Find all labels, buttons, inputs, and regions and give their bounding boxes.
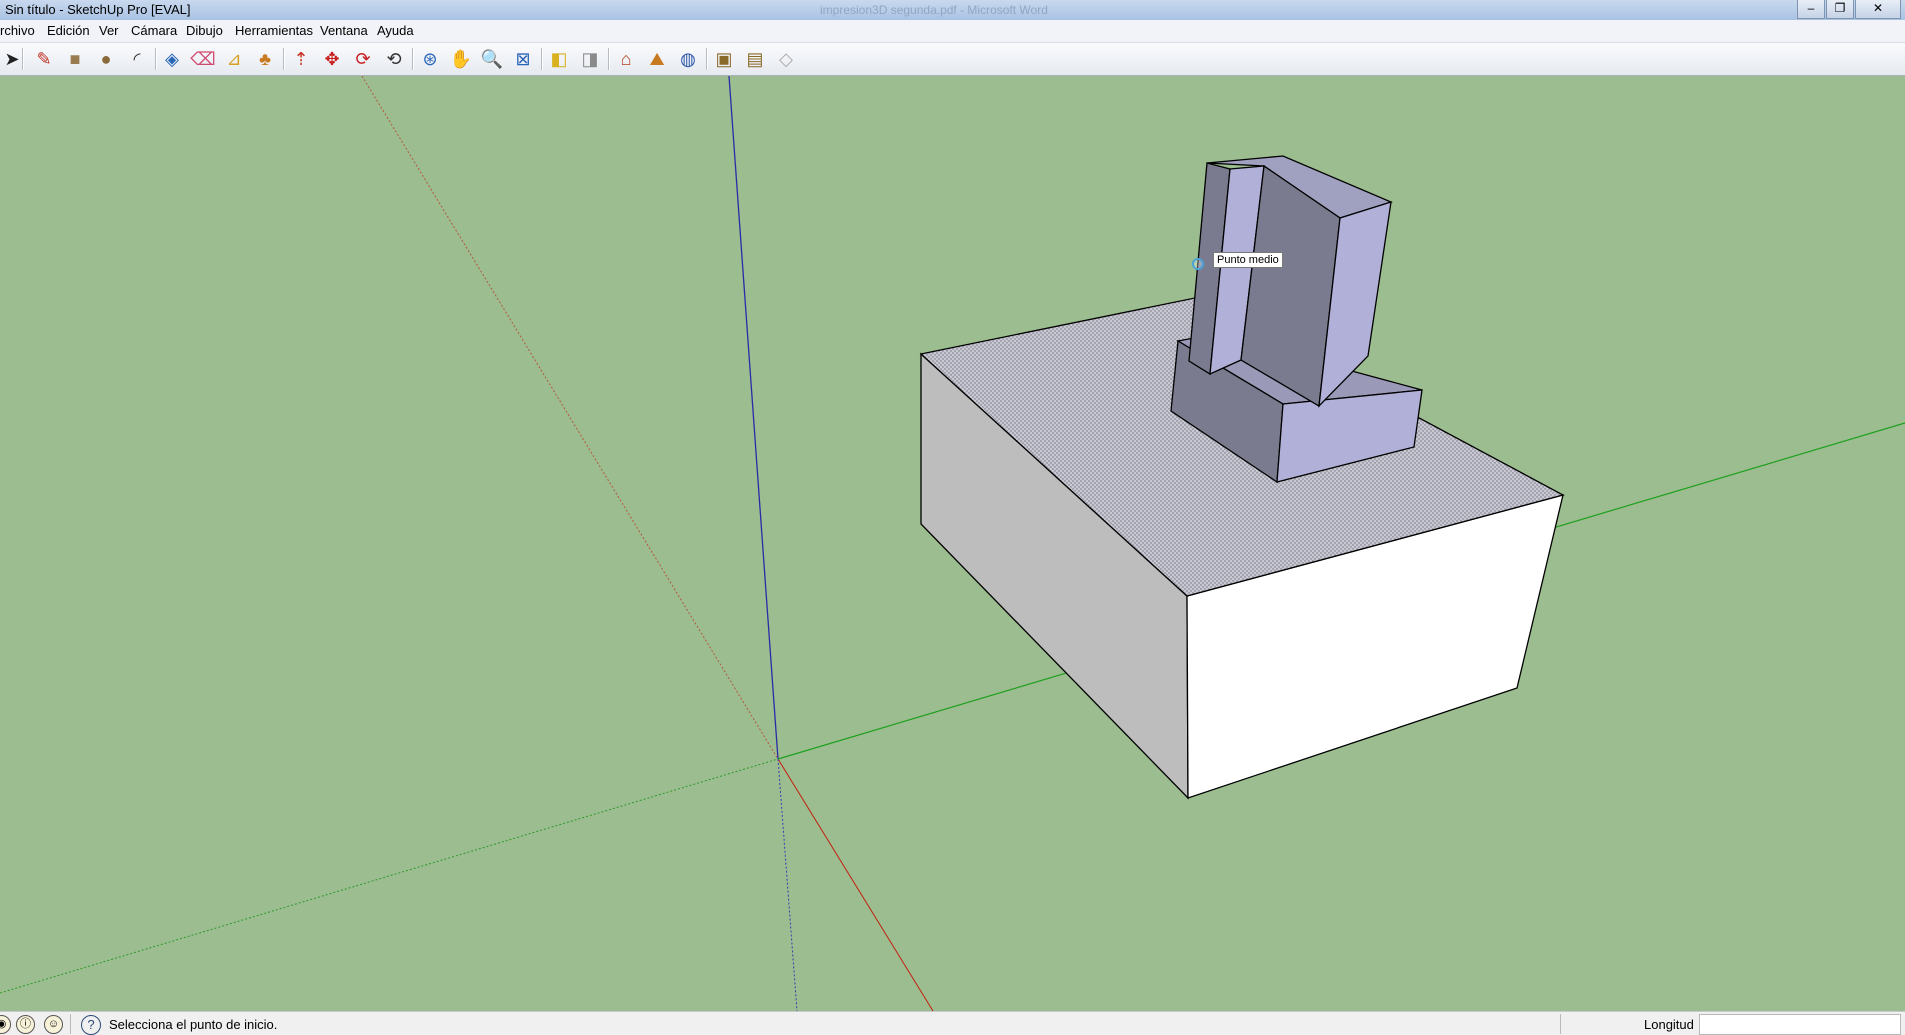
help-icon[interactable]: ? bbox=[81, 1015, 101, 1035]
toolbar-separator bbox=[22, 48, 24, 70]
get-models-icon: ▣ bbox=[715, 49, 733, 69]
arc-icon: ◜ bbox=[133, 49, 141, 69]
title-bar: Sin título - SketchUp Pro [EVAL] impresi… bbox=[0, 0, 1905, 20]
share-model-icon: ▤ bbox=[746, 49, 764, 69]
pencil-icon: ✎ bbox=[36, 49, 52, 69]
terrain-icon: ⛰ bbox=[649, 49, 665, 69]
menu-ver[interactable]: Ver bbox=[99, 23, 119, 38]
move-icon: ✥ bbox=[324, 49, 340, 69]
offset-tool[interactable]: ⟲ bbox=[382, 47, 406, 71]
user-icon[interactable]: ☺ bbox=[44, 1015, 63, 1034]
add-location-tool[interactable]: ⌂ bbox=[614, 47, 638, 71]
toolbar-separator bbox=[541, 48, 543, 70]
toolbar-separator bbox=[412, 48, 414, 70]
status-bar: ◉ ⓘ ☺ ? Selecciona el punto de inicio. L… bbox=[0, 1011, 1905, 1035]
hand-icon: ✋ bbox=[449, 49, 473, 69]
orbit-icon: ⊛ bbox=[422, 49, 438, 69]
push-pull-tool[interactable]: ⇡ bbox=[289, 47, 313, 71]
extensions-icon: ◇ bbox=[779, 49, 793, 69]
location-icon: ⌂ bbox=[620, 49, 632, 69]
measurements-label: Longitud bbox=[1644, 1017, 1694, 1032]
menu-herramientas[interactable]: Herramientas bbox=[235, 23, 313, 38]
3d-warehouse-tool[interactable]: ◍ bbox=[676, 47, 700, 71]
blue-axis-solid bbox=[728, 76, 779, 760]
share-model-tool[interactable]: ▤ bbox=[743, 47, 767, 71]
menu-ventana[interactable]: Ventana bbox=[320, 23, 368, 38]
line-tool[interactable]: ✎ bbox=[32, 47, 56, 71]
zoom-extents-tool[interactable]: ⊠ bbox=[511, 47, 535, 71]
credits-icon[interactable]: ⓘ bbox=[16, 1015, 35, 1034]
previous-view-tool[interactable]: ◧ bbox=[547, 47, 571, 71]
rectangle-icon: ■ bbox=[69, 49, 81, 69]
green-axis-dotted bbox=[0, 758, 779, 994]
red-axis-dotted bbox=[361, 76, 779, 760]
status-divider bbox=[70, 1014, 71, 1034]
next-view-tool[interactable]: ◨ bbox=[578, 47, 602, 71]
restore-button[interactable]: ❐ bbox=[1826, 0, 1854, 19]
toolbar-separator bbox=[608, 48, 610, 70]
paint-bucket-tool[interactable]: ♣ bbox=[253, 47, 277, 71]
toggle-terrain-tool[interactable]: ⛰ bbox=[645, 47, 669, 71]
tape-icon: ⊿ bbox=[226, 49, 242, 69]
drawing-viewport[interactable]: Punto medio bbox=[0, 76, 1905, 1011]
background-window-title: impresion3D segunda.pdf - Microsoft Word bbox=[820, 3, 1048, 17]
midpoint-snap-icon bbox=[1192, 258, 1204, 270]
orbit-tool[interactable]: ⊛ bbox=[418, 47, 442, 71]
select-tool[interactable]: ➤ bbox=[0, 47, 24, 71]
zoom-tool[interactable]: 🔍 bbox=[480, 47, 504, 71]
circle-icon: ● bbox=[100, 49, 112, 69]
model-scene[interactable] bbox=[0, 76, 1905, 1011]
component-icon: ◈ bbox=[165, 49, 179, 69]
window-title: Sin título - SketchUp Pro [EVAL] bbox=[5, 2, 191, 17]
toolbar-separator bbox=[706, 48, 708, 70]
status-message: Selecciona el punto de inicio. bbox=[109, 1017, 278, 1032]
measurements-input[interactable] bbox=[1699, 1014, 1901, 1035]
menu-edicion[interactable]: Edición bbox=[47, 23, 90, 38]
inference-tooltip: Punto medio bbox=[1213, 252, 1283, 268]
tape-measure-tool[interactable]: ⊿ bbox=[222, 47, 246, 71]
next-icon: ◨ bbox=[581, 49, 599, 69]
menu-bar: rchivo Edición Ver Cámara Dibujo Herrami… bbox=[0, 20, 1905, 43]
close-button[interactable]: ✕ bbox=[1855, 0, 1901, 19]
red-axis-solid bbox=[777, 758, 934, 1011]
rectangle-tool[interactable]: ■ bbox=[63, 47, 87, 71]
pan-tool[interactable]: ✋ bbox=[449, 47, 473, 71]
menu-camara[interactable]: Cámara bbox=[131, 23, 177, 38]
arc-tool[interactable]: ◜ bbox=[125, 47, 149, 71]
toolbar: ➤ ✎ ■ ● ◜ ◈ ⌫ ⊿ ♣ ⇡ ✥ ⟳ ⟲ ⊛ ✋ 🔍 ⊠ ◧ ◨ ⌂ ⛰ ◍ ▣ ▤ ◇ bbox=[0, 43, 1905, 76]
rotate-tool[interactable]: ⟳ bbox=[351, 47, 375, 71]
blue-axis-dotted bbox=[777, 758, 798, 1011]
geo-location-icon[interactable]: ◉ bbox=[0, 1015, 11, 1034]
previous-icon: ◧ bbox=[550, 49, 568, 69]
toolbar-separator bbox=[283, 48, 285, 70]
status-divider bbox=[1560, 1014, 1561, 1034]
arrow-icon: ➤ bbox=[4, 49, 20, 69]
push-pull-icon: ⇡ bbox=[293, 49, 309, 69]
minimize-button[interactable]: – bbox=[1797, 0, 1825, 19]
zoom-extents-icon: ⊠ bbox=[515, 49, 531, 69]
menu-ayuda[interactable]: Ayuda bbox=[377, 23, 414, 38]
menu-dibujo[interactable]: Dibujo bbox=[186, 23, 223, 38]
rotate-icon: ⟳ bbox=[355, 49, 371, 69]
circle-tool[interactable]: ● bbox=[94, 47, 118, 71]
get-models-tool[interactable]: ▣ bbox=[712, 47, 736, 71]
make-component-tool[interactable]: ◈ bbox=[160, 47, 184, 71]
globe-icon: ◍ bbox=[680, 49, 696, 69]
toolbar-separator bbox=[155, 48, 157, 70]
bucket-icon: ♣ bbox=[259, 49, 271, 69]
magnifier-icon: 🔍 bbox=[480, 49, 504, 69]
eraser-tool[interactable]: ⌫ bbox=[190, 47, 216, 71]
window-controls: – ❐ ✕ bbox=[1796, 0, 1901, 19]
extension-warehouse-tool[interactable]: ◇ bbox=[774, 47, 798, 71]
move-tool[interactable]: ✥ bbox=[320, 47, 344, 71]
offset-icon: ⟲ bbox=[386, 49, 402, 69]
eraser-icon: ⌫ bbox=[190, 49, 216, 69]
menu-archivo[interactable]: rchivo bbox=[0, 23, 35, 38]
